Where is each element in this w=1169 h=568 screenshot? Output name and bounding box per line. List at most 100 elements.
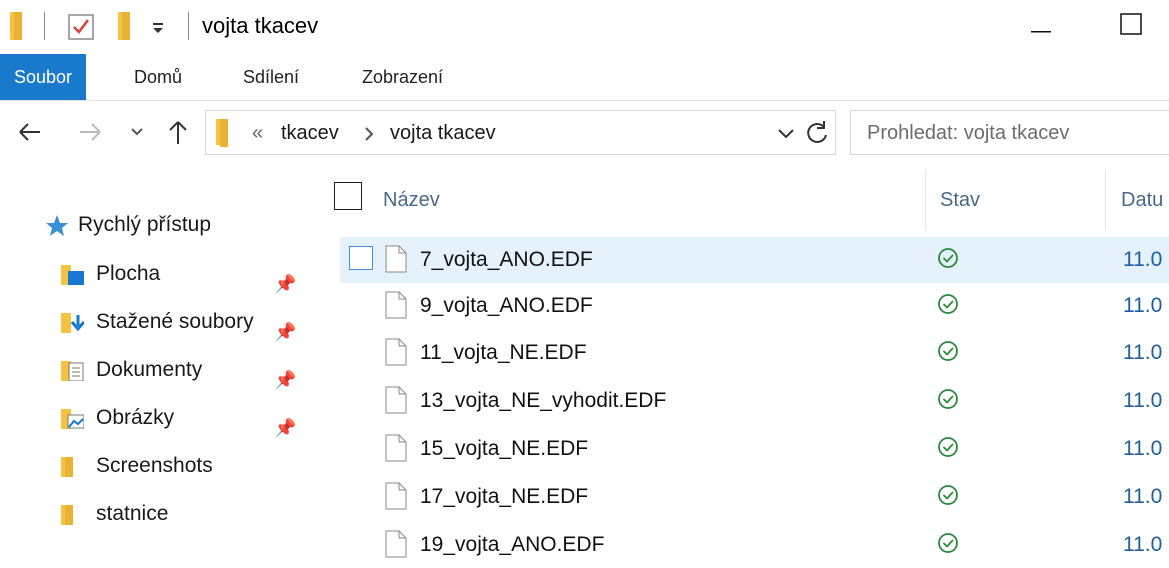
arrow-left-icon [19,123,40,141]
breadcrumb-overflow[interactable]: « [252,120,263,146]
folder-icon [10,12,22,40]
column-header-date[interactable]: Datu [1121,185,1163,215]
sidebar-item-obrazky[interactable]: Obrázky 📌 [60,398,310,438]
column-header-name[interactable]: Název [383,185,440,215]
file-row[interactable]: 15_vojta_NE.EDF 11.0 [340,426,1169,472]
pin-icon[interactable]: 📌 [274,264,296,304]
forward-button[interactable] [76,118,104,148]
search-input[interactable]: Prohledat: vojta tkacev [850,110,1169,155]
file-date: 11.0 [1123,485,1163,508]
sidebar-item-label: statnice [96,502,169,525]
refresh-icon[interactable] [804,119,832,147]
address-bar[interactable]: « tkacev vojta tkacev [205,110,836,155]
sync-ok-icon [938,294,958,314]
properties-icon[interactable] [66,12,96,42]
file-name: 17_vojta_NE.EDF [420,485,589,508]
star-icon [46,215,68,236]
sync-ok-icon [938,533,958,553]
file-name: 15_vojta_NE.EDF [420,437,589,460]
file-row[interactable]: 19_vojta_ANO.EDF 11.0 [340,522,1169,568]
file-date: 11.0 [1123,294,1163,317]
file-icon [385,482,407,510]
folder-icon [61,505,73,525]
folder-icon [61,457,73,477]
sidebar-item-screenshots[interactable]: Screenshots [60,446,310,486]
documents-folder-icon [61,361,84,381]
customize-toolbar-icon[interactable] [150,20,166,36]
pin-icon[interactable]: 📌 [274,408,296,448]
sidebar-item-label: Obrázky [96,406,175,429]
minimize-button[interactable] [1010,0,1070,50]
tab-sdileni[interactable]: Sdílení [233,54,309,100]
file-name: 13_vojta_NE_vyhodit.EDF [420,389,667,412]
breadcrumb-separator-icon[interactable] [362,125,376,143]
sync-ok-icon [938,485,958,505]
sidebar-item-dokumenty[interactable]: Dokumenty 📌 [60,350,310,390]
tab-zobrazeni[interactable]: Zobrazení [352,54,453,100]
pictures-folder-icon [61,409,84,429]
row-checkbox[interactable] [349,246,373,270]
file-name: 19_vojta_ANO.EDF [420,533,605,556]
sync-ok-icon [938,437,958,457]
sync-ok-icon [938,341,958,361]
pin-icon[interactable]: 📌 [274,312,296,352]
minimize-icon [1031,31,1051,33]
file-name: 11_vojta_NE.EDF [420,341,587,364]
file-name: 7_vojta_ANO.EDF [420,248,593,271]
up-button[interactable] [164,118,192,148]
toolbar-divider [44,12,45,40]
breadcrumb-item[interactable]: tkacev [281,120,339,146]
file-row[interactable]: 17_vojta_NE.EDF 11.0 [340,474,1169,520]
sidebar-item-label: Plocha [96,262,161,285]
folder-icon [216,119,228,147]
column-header-status[interactable]: Stav [940,185,980,215]
sidebar-item-plocha[interactable]: Plocha 📌 [60,254,310,294]
file-icon [385,386,407,414]
arrow-right-icon [80,123,101,141]
select-all-checkbox[interactable] [334,182,362,210]
file-icon [385,530,407,558]
window-title: vojta tkacev [202,13,319,38]
sidebar-item-label: Rychlý přístup [78,213,212,236]
column-divider[interactable] [925,170,926,230]
maximize-button[interactable] [1100,0,1160,50]
sidebar-item-statnice[interactable]: statnice [60,494,310,534]
file-icon [385,338,407,366]
sidebar-item-label: Screenshots [96,454,213,477]
sync-ok-icon [938,248,958,268]
desktop-folder-icon [61,265,84,285]
ribbon-tabs: Soubor Domů Sdílení Zobrazení [0,54,1169,101]
recent-locations-button[interactable] [128,118,146,148]
maximize-icon [1120,13,1142,35]
chevron-down-icon[interactable] [776,123,796,143]
file-date: 11.0 [1123,248,1163,271]
file-icon [385,434,407,462]
search-placeholder: Prohledat: vojta tkacev [867,122,1070,144]
file-date: 11.0 [1123,389,1163,412]
toolbar-divider [188,12,189,40]
sidebar-item-stazene-soubory[interactable]: Stažené soubory 📌 [60,302,310,342]
file-row[interactable]: 13_vojta_NE_vyhodit.EDF 11.0 [340,378,1169,424]
new-folder-icon[interactable] [118,12,130,40]
file-row[interactable]: 9_vojta_ANO.EDF 11.0 [340,283,1169,329]
column-divider[interactable] [1105,170,1106,230]
file-icon [385,245,407,273]
breadcrumb-item-current[interactable]: vojta tkacev [390,120,496,146]
pin-icon[interactable]: 📌 [274,360,296,400]
tab-domu[interactable]: Domů [124,54,192,100]
file-row[interactable]: 11_vojta_NE.EDF 11.0 [340,330,1169,376]
file-name: 9_vojta_ANO.EDF [420,294,593,317]
downloads-folder-icon [61,313,84,333]
title-bar: vojta tkacev [0,0,1169,50]
file-row[interactable]: 7_vojta_ANO.EDF 11.0 [340,237,1169,283]
sidebar-item-label: Dokumenty [96,358,203,381]
file-date: 11.0 [1123,437,1163,460]
back-button[interactable] [16,118,44,148]
file-icon [385,291,407,319]
arrow-up-icon [169,121,187,144]
chevron-down-icon [131,128,143,136]
tab-soubor[interactable]: Soubor [0,54,86,100]
sync-ok-icon [938,389,958,409]
sidebar-item-label: Stažené soubory [96,310,254,333]
file-date: 11.0 [1123,341,1163,364]
